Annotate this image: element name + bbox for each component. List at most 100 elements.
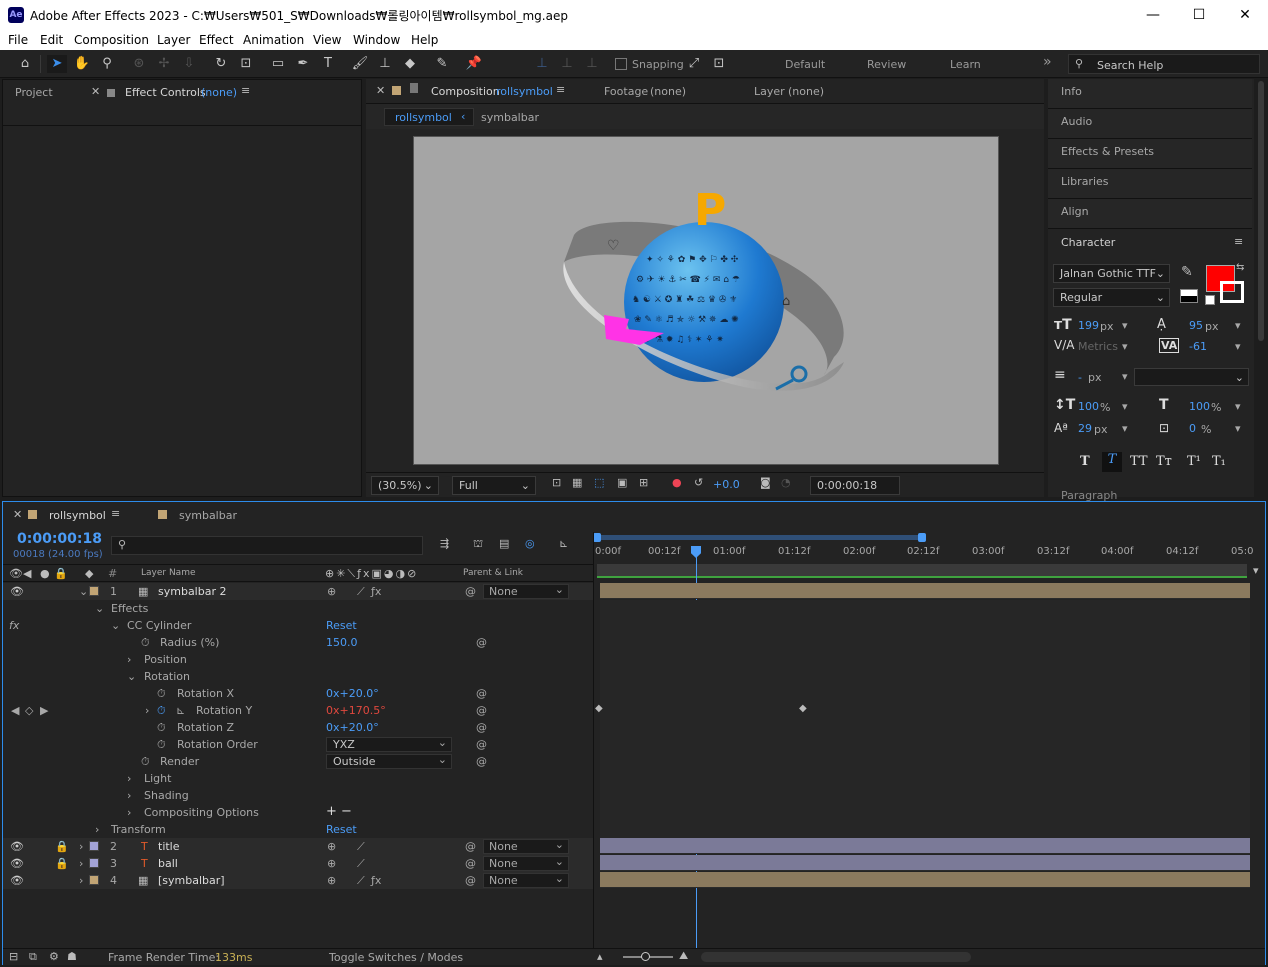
composition-viewer[interactable]: ✦ ✧ ⚘ ✿ ⚑ ✥ ⚐ ✤ ✣ ⚙ ✈ ☀ ⚓ ✂ ☎ ⚡ ✉ ⌂ ☂ ♞ …: [413, 136, 999, 465]
transparency-grid-icon[interactable]: ▦: [572, 476, 582, 489]
view-axis-icon[interactable]: ⊥: [582, 55, 602, 73]
chevron-down-icon[interactable]: ▾: [1235, 319, 1241, 332]
layer-bar-3[interactable]: [600, 855, 1250, 871]
layer-name-header[interactable]: Layer Name: [141, 568, 196, 578]
search-help-box[interactable]: ⚲ Search Help: [1068, 54, 1260, 74]
stopwatch-icon[interactable]: ⏱: [141, 755, 150, 769]
quality-icon[interactable]: ⟋: [357, 840, 365, 854]
add-keyframe-icon[interactable]: ◇: [25, 704, 33, 717]
audio-toggle-icon[interactable]: ◀: [23, 567, 31, 580]
pick-whip-icon[interactable]: @: [465, 840, 476, 853]
layer-label-color[interactable]: [89, 586, 99, 596]
zoom-tool-icon[interactable]: ⚲: [97, 55, 117, 73]
chevron-right-icon[interactable]: ›: [95, 823, 99, 836]
hand-tool-icon[interactable]: ✋: [72, 55, 92, 73]
prop-cc-cylinder[interactable]: fx ⌄ CC Cylinder Reset: [3, 617, 593, 634]
quality-icon[interactable]: ⟋: [357, 585, 365, 599]
shy-layers-icon[interactable]: ▤: [499, 537, 509, 550]
close-tab-icon[interactable]: ✕: [376, 84, 385, 97]
panel-menu-icon[interactable]: ≡: [241, 84, 250, 97]
eye-icon[interactable]: 👁: [10, 585, 24, 598]
type-tool-icon[interactable]: T: [318, 55, 338, 73]
menu-composition[interactable]: Composition: [74, 33, 149, 47]
expression-pick-whip-icon[interactable]: @: [476, 636, 487, 649]
eye-icon[interactable]: 👁: [10, 874, 24, 887]
stroke-width-value[interactable]: -: [1078, 371, 1082, 384]
zoom-out-mountain-icon[interactable]: ▴: [597, 950, 603, 963]
lock-toggle-icon[interactable]: 🔒: [54, 567, 68, 580]
panel-info[interactable]: Info: [1048, 79, 1252, 109]
orbit-camera-icon[interactable]: ⊛: [129, 55, 149, 73]
dolly-camera-icon[interactable]: ⇩: [179, 55, 199, 73]
rectangle-tool-icon[interactable]: ▭: [268, 55, 288, 73]
parent-dropdown[interactable]: None ⌄: [483, 855, 569, 871]
region-of-interest-icon[interactable]: ▣: [617, 476, 627, 489]
stroke-color-swatch[interactable]: [1220, 281, 1244, 303]
layer-label-color[interactable]: [89, 841, 99, 851]
lock-icon[interactable]: 🔒: [55, 840, 69, 853]
mask-visibility-icon[interactable]: ⬚: [594, 476, 604, 489]
layer-switches-pane-icon[interactable]: ⊟: [9, 950, 18, 963]
font-family-dropdown[interactable]: Jalnan Gothic TTF ⌄: [1053, 264, 1170, 283]
stopwatch-icon[interactable]: ⏱: [157, 721, 166, 735]
work-area-start-handle[interactable]: [593, 533, 601, 542]
collapse-transform-icon[interactable]: ⊕: [327, 874, 336, 887]
expression-pick-whip-icon[interactable]: @: [476, 704, 487, 717]
layer-row-1[interactable]: 👁 ⌄ 1 ▦ symbalbar 2 ⊕ ⟋ ƒx @ None ⌄: [3, 583, 593, 600]
black-white-swatch-icon[interactable]: [1180, 289, 1198, 303]
world-axis-icon[interactable]: ⊥: [557, 55, 577, 73]
work-area-bar[interactable]: [595, 535, 925, 540]
chevron-down-icon[interactable]: ⌄: [111, 619, 120, 632]
chevron-right-icon[interactable]: ›: [127, 653, 131, 666]
chevron-right-icon[interactable]: ›: [127, 789, 131, 802]
chevron-right-icon[interactable]: ›: [127, 806, 131, 819]
timeline-horizontal-scrollbar[interactable]: [701, 952, 971, 962]
keyframe-icon[interactable]: ◆: [595, 703, 603, 714]
subscript-button[interactable]: T₁: [1212, 454, 1226, 469]
prop-rotation-order[interactable]: ⏱ Rotation Order YXZ ⌄ @: [3, 736, 593, 753]
faux-italic-button[interactable]: T: [1102, 452, 1122, 472]
panel-menu-icon[interactable]: ≡: [1234, 235, 1243, 248]
close-button[interactable]: ✕: [1222, 0, 1268, 30]
keyframe-icon[interactable]: ◆: [799, 703, 807, 714]
parent-dropdown[interactable]: None ⌄: [483, 872, 569, 888]
no-fill-swatch-icon[interactable]: [1205, 295, 1215, 305]
layer-row-2[interactable]: 👁 🔒 › 2 T title ⊕ ⟋ @ None ⌄: [3, 838, 593, 855]
effect-switch-icon[interactable]: ƒx: [371, 874, 381, 887]
workspace-default[interactable]: Default: [785, 58, 825, 71]
selection-tool-icon[interactable]: ➤: [47, 55, 67, 73]
prop-light[interactable]: › Light: [3, 770, 593, 787]
stopwatch-icon[interactable]: ⏱: [157, 738, 166, 752]
workspace-learn[interactable]: Learn: [950, 58, 981, 71]
timeline-tab-symbalbar[interactable]: symbalbar: [179, 509, 237, 522]
work-area-end-handle[interactable]: [918, 533, 926, 542]
menu-file[interactable]: File: [8, 33, 28, 47]
zoom-in-mountain-icon[interactable]: ⛰: [679, 949, 688, 963]
faux-bold-button[interactable]: T: [1080, 454, 1090, 469]
chevron-down-icon[interactable]: ▾: [1235, 422, 1241, 435]
prop-position[interactable]: › Position: [3, 651, 593, 668]
quality-icon[interactable]: ⟋: [357, 874, 365, 888]
collapse-transform-icon[interactable]: ⊕: [327, 840, 336, 853]
breadcrumb-symbalbar[interactable]: symbalbar: [481, 111, 539, 124]
parent-dropdown[interactable]: None ⌄: [483, 583, 569, 599]
brush-tool-icon[interactable]: 🖌: [350, 55, 370, 73]
render-time-pane-icon[interactable]: ☗: [67, 950, 77, 963]
eyedropper-icon[interactable]: ✎: [1181, 264, 1193, 280]
pan-behind-tool-icon[interactable]: ⊡: [236, 55, 256, 73]
chevron-down-icon[interactable]: ▾: [1235, 400, 1241, 413]
timeline-vertical-scroll-icon[interactable]: ▾: [1253, 564, 1263, 578]
minimize-button[interactable]: —: [1130, 0, 1176, 30]
close-tab-icon[interactable]: ✕: [91, 85, 100, 98]
rotation-y-value[interactable]: 0x+170.5°: [326, 704, 386, 717]
roto-brush-tool-icon[interactable]: ✎: [432, 55, 452, 73]
superscript-button[interactable]: T¹: [1187, 454, 1201, 469]
chevron-right-icon[interactable]: ›: [79, 874, 83, 887]
layer-name[interactable]: ball: [158, 857, 178, 870]
layer-row-4[interactable]: 👁 › 4 ▦ [symbalbar] ⊕ ⟋ ƒx @ None ⌄: [3, 872, 593, 889]
panel-libraries[interactable]: Libraries: [1048, 169, 1252, 199]
next-keyframe-icon[interactable]: ▶: [40, 704, 48, 717]
snap-grid-icon[interactable]: ⊡: [709, 55, 729, 73]
pick-whip-icon[interactable]: @: [465, 857, 476, 870]
parent-link-header[interactable]: Parent & Link: [463, 568, 523, 578]
